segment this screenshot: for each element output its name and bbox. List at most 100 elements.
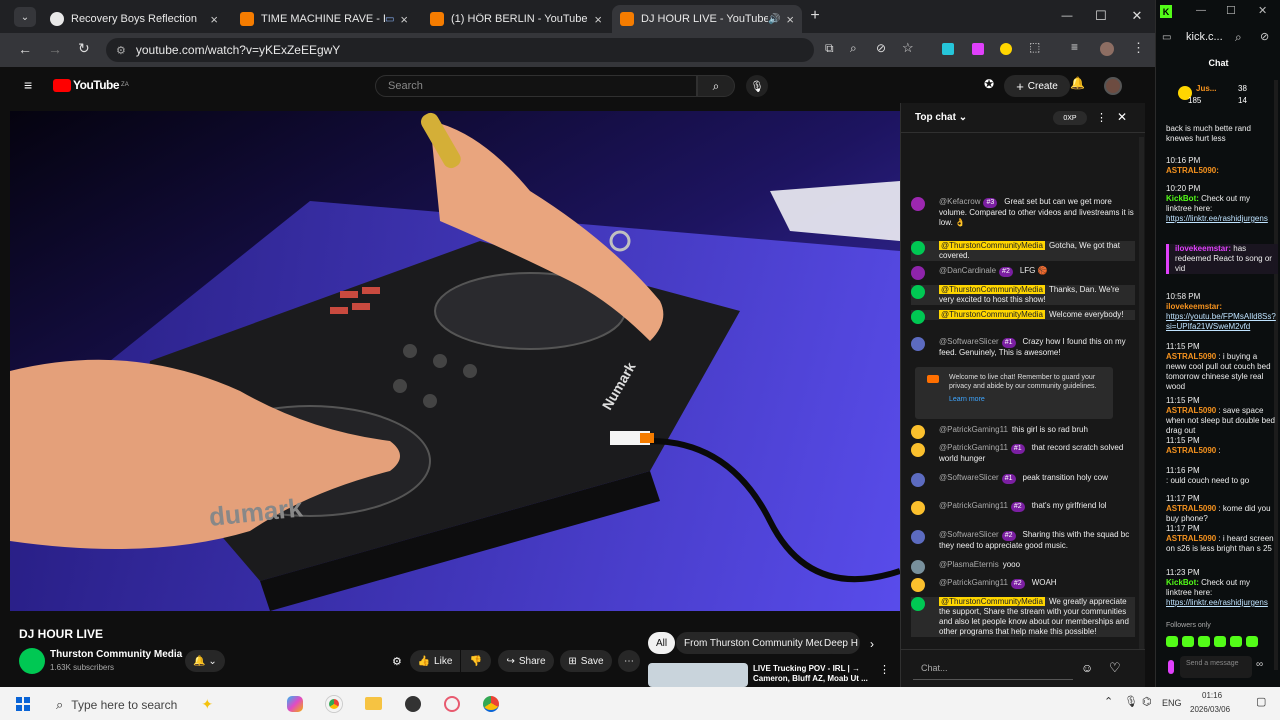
chat-username[interactable]: @SoftwareSlicer xyxy=(939,473,999,482)
tab-hor-berlin[interactable]: (1) HÖR BERLIN - YouTube × xyxy=(422,5,610,33)
search-button[interactable]: ⌕ xyxy=(697,75,735,97)
kick-minimize-icon[interactable]: — xyxy=(1196,5,1206,16)
heart-icon[interactable]: ♡ xyxy=(1109,660,1121,676)
chip-from-channel[interactable]: From Thurston Community Media xyxy=(676,632,841,654)
mic-tray-icon[interactable]: 🎙 xyxy=(1124,695,1138,708)
maximize-button[interactable]: ☐ xyxy=(1086,6,1116,26)
speaker-icon[interactable]: 🔊 xyxy=(768,14,780,25)
chat-username[interactable]: @SoftwareSlicer xyxy=(939,337,999,346)
activity-icon[interactable]: ✪ xyxy=(984,77,994,91)
xp-badge[interactable]: 0XP xyxy=(1053,111,1087,125)
chat-username[interactable]: @SoftwareSlicer xyxy=(939,530,999,539)
kick-user-icon[interactable] xyxy=(1168,660,1174,674)
kick-username[interactable]: ASTRAL5090: xyxy=(1166,166,1219,175)
hide-icon[interactable]: ⊘ xyxy=(876,41,886,55)
create-button[interactable]: + Create xyxy=(1004,75,1070,97)
notifications-bell-icon[interactable]: 🔔 xyxy=(1070,76,1085,90)
site-info-icon[interactable]: ⚙ xyxy=(116,44,126,57)
chat-username[interactable]: @ThurstonCommunityMedia xyxy=(939,285,1045,294)
top-chat-dropdown[interactable]: Top chat ⌄ xyxy=(915,112,967,123)
profile-avatar[interactable] xyxy=(1100,42,1114,56)
subscribe-bell-button[interactable]: 🔔 ⌄ xyxy=(185,650,225,672)
save-button[interactable]: ⊞ Save xyxy=(560,650,612,672)
kick-send-input[interactable]: Send a message xyxy=(1180,656,1252,678)
tab-close-icon[interactable]: × xyxy=(210,12,218,27)
like-button[interactable]: 👍 Like xyxy=(410,650,460,672)
dislike-button[interactable]: 👎 xyxy=(461,650,491,672)
chrome-icon[interactable] xyxy=(326,696,342,712)
chrome-active-icon[interactable] xyxy=(483,696,499,712)
kick-maximize-icon[interactable]: ☐ xyxy=(1226,4,1236,17)
chip-deep-house[interactable]: Deep H xyxy=(822,632,860,654)
kick-username[interactable]: ASTRAL5090 xyxy=(1166,446,1216,455)
chat-username[interactable]: @PlasmaEternis xyxy=(939,560,999,569)
chat-username[interactable]: @PatrickGaming11 xyxy=(939,443,1008,452)
hamburger-menu-icon[interactable]: ≡ xyxy=(24,77,32,93)
tray-chevron-icon[interactable]: ⌃ xyxy=(1104,695,1113,708)
account-avatar[interactable] xyxy=(1104,77,1122,95)
chat-username[interactable]: @DanCardinale xyxy=(939,266,996,275)
tab-close-icon[interactable]: × xyxy=(786,12,794,27)
recommended-title[interactable]: LIVE Trucking POV - IRL | → Cameron, Blu… xyxy=(753,664,875,684)
chat-avatar[interactable] xyxy=(911,597,925,611)
chat-avatar[interactable] xyxy=(911,425,925,439)
kick-zoom-icon[interactable]: ⌕ xyxy=(1235,30,1242,45)
channel-name[interactable]: Thurston Community Media xyxy=(50,649,182,660)
kick-username[interactable]: ASTRAL5090 xyxy=(1166,534,1216,543)
notification-icon[interactable]: ▢ xyxy=(1256,695,1266,708)
chat-avatar[interactable] xyxy=(911,443,925,457)
taskbar-search[interactable]: ⌕ Type here to search ✦ xyxy=(48,692,273,717)
emoji-icon[interactable]: ☺ xyxy=(1081,661,1093,675)
extension-2-icon[interactable] xyxy=(972,43,984,55)
chat-avatar[interactable] xyxy=(911,530,925,544)
clock-date[interactable]: 2026/03/06 xyxy=(1190,705,1230,714)
kick-settings-icon[interactable]: ∞ xyxy=(1256,659,1263,670)
tab-close-icon[interactable]: × xyxy=(594,12,602,27)
bookmark-star-icon[interactable]: ☆ xyxy=(902,40,914,56)
tab-close-icon[interactable]: × xyxy=(400,12,408,27)
chat-username[interactable]: @Kefacrow xyxy=(939,197,980,206)
more-actions-button[interactable]: ⋯ xyxy=(618,650,640,672)
copilot-icon[interactable] xyxy=(287,696,303,712)
kick-username[interactable]: ASTRAL5090 xyxy=(1166,352,1216,361)
close-window-button[interactable]: ✕ xyxy=(1122,6,1152,26)
file-explorer-icon[interactable] xyxy=(365,697,382,710)
chat-close-icon[interactable]: ✕ xyxy=(1117,110,1127,124)
language-indicator[interactable]: ENG xyxy=(1162,698,1182,708)
minimize-button[interactable]: — xyxy=(1052,6,1082,26)
chat-avatar[interactable] xyxy=(911,241,925,255)
extension-1-icon[interactable] xyxy=(942,43,954,55)
clock-time[interactable]: 01:16 xyxy=(1202,691,1222,700)
chat-avatar[interactable] xyxy=(911,197,925,211)
tab-time-machine[interactable]: TIME MACHINE RAVE - Ep. ▭ × xyxy=(232,5,416,33)
kick-link[interactable]: https://youtu.be/FPMsAIld8Ss?si=UPIfa21W… xyxy=(1166,312,1278,332)
network-icon[interactable]: ⌬ xyxy=(1142,695,1152,708)
recommended-more-icon[interactable]: ⋮ xyxy=(879,663,890,676)
chat-avatar[interactable] xyxy=(911,473,925,487)
thanks-icon[interactable]: ⚙ xyxy=(392,655,402,668)
back-icon[interactable]: ← xyxy=(18,41,32,57)
chat-avatar[interactable] xyxy=(911,310,925,324)
chat-avatar[interactable] xyxy=(911,337,925,351)
tab-recovery-boys[interactable]: Recovery Boys Reflection × xyxy=(42,5,226,33)
mic-icon[interactable]: 🎙 xyxy=(746,75,768,97)
kick-link[interactable]: https://linktr.ee/rashidjurgens xyxy=(1166,598,1278,608)
chat-username[interactable]: @PatrickGaming11 xyxy=(939,501,1008,510)
chat-username[interactable]: @ThurstonCommunityMedia xyxy=(939,241,1045,250)
kick-link[interactable]: https://linktr.ee/rashidjurgens xyxy=(1166,214,1278,224)
chat-avatar[interactable] xyxy=(911,578,925,592)
learn-more-link[interactable]: Learn more xyxy=(949,395,1107,404)
extension-3-icon[interactable] xyxy=(1000,43,1012,55)
video-player[interactable]: dumark Numark xyxy=(10,111,900,611)
zoom-icon[interactable]: ⌕ xyxy=(850,41,857,56)
kick-username[interactable]: ilovekeemstar: xyxy=(1166,302,1222,311)
chat-scrollbar[interactable] xyxy=(1139,137,1144,649)
kick-username[interactable]: KickBot: xyxy=(1166,194,1199,203)
kick-username[interactable]: ilovekeemstar: xyxy=(1175,244,1231,253)
obs-icon[interactable] xyxy=(405,696,421,712)
recommended-thumbnail[interactable] xyxy=(648,663,748,687)
search-input[interactable]: Search xyxy=(375,75,697,97)
tab-dj-hour-live[interactable]: DJ HOUR LIVE - YouTube 🔊 × xyxy=(612,5,802,33)
kick-close-icon[interactable]: ✕ xyxy=(1258,4,1267,17)
media-control-icon[interactable]: ≡ xyxy=(1071,40,1078,54)
